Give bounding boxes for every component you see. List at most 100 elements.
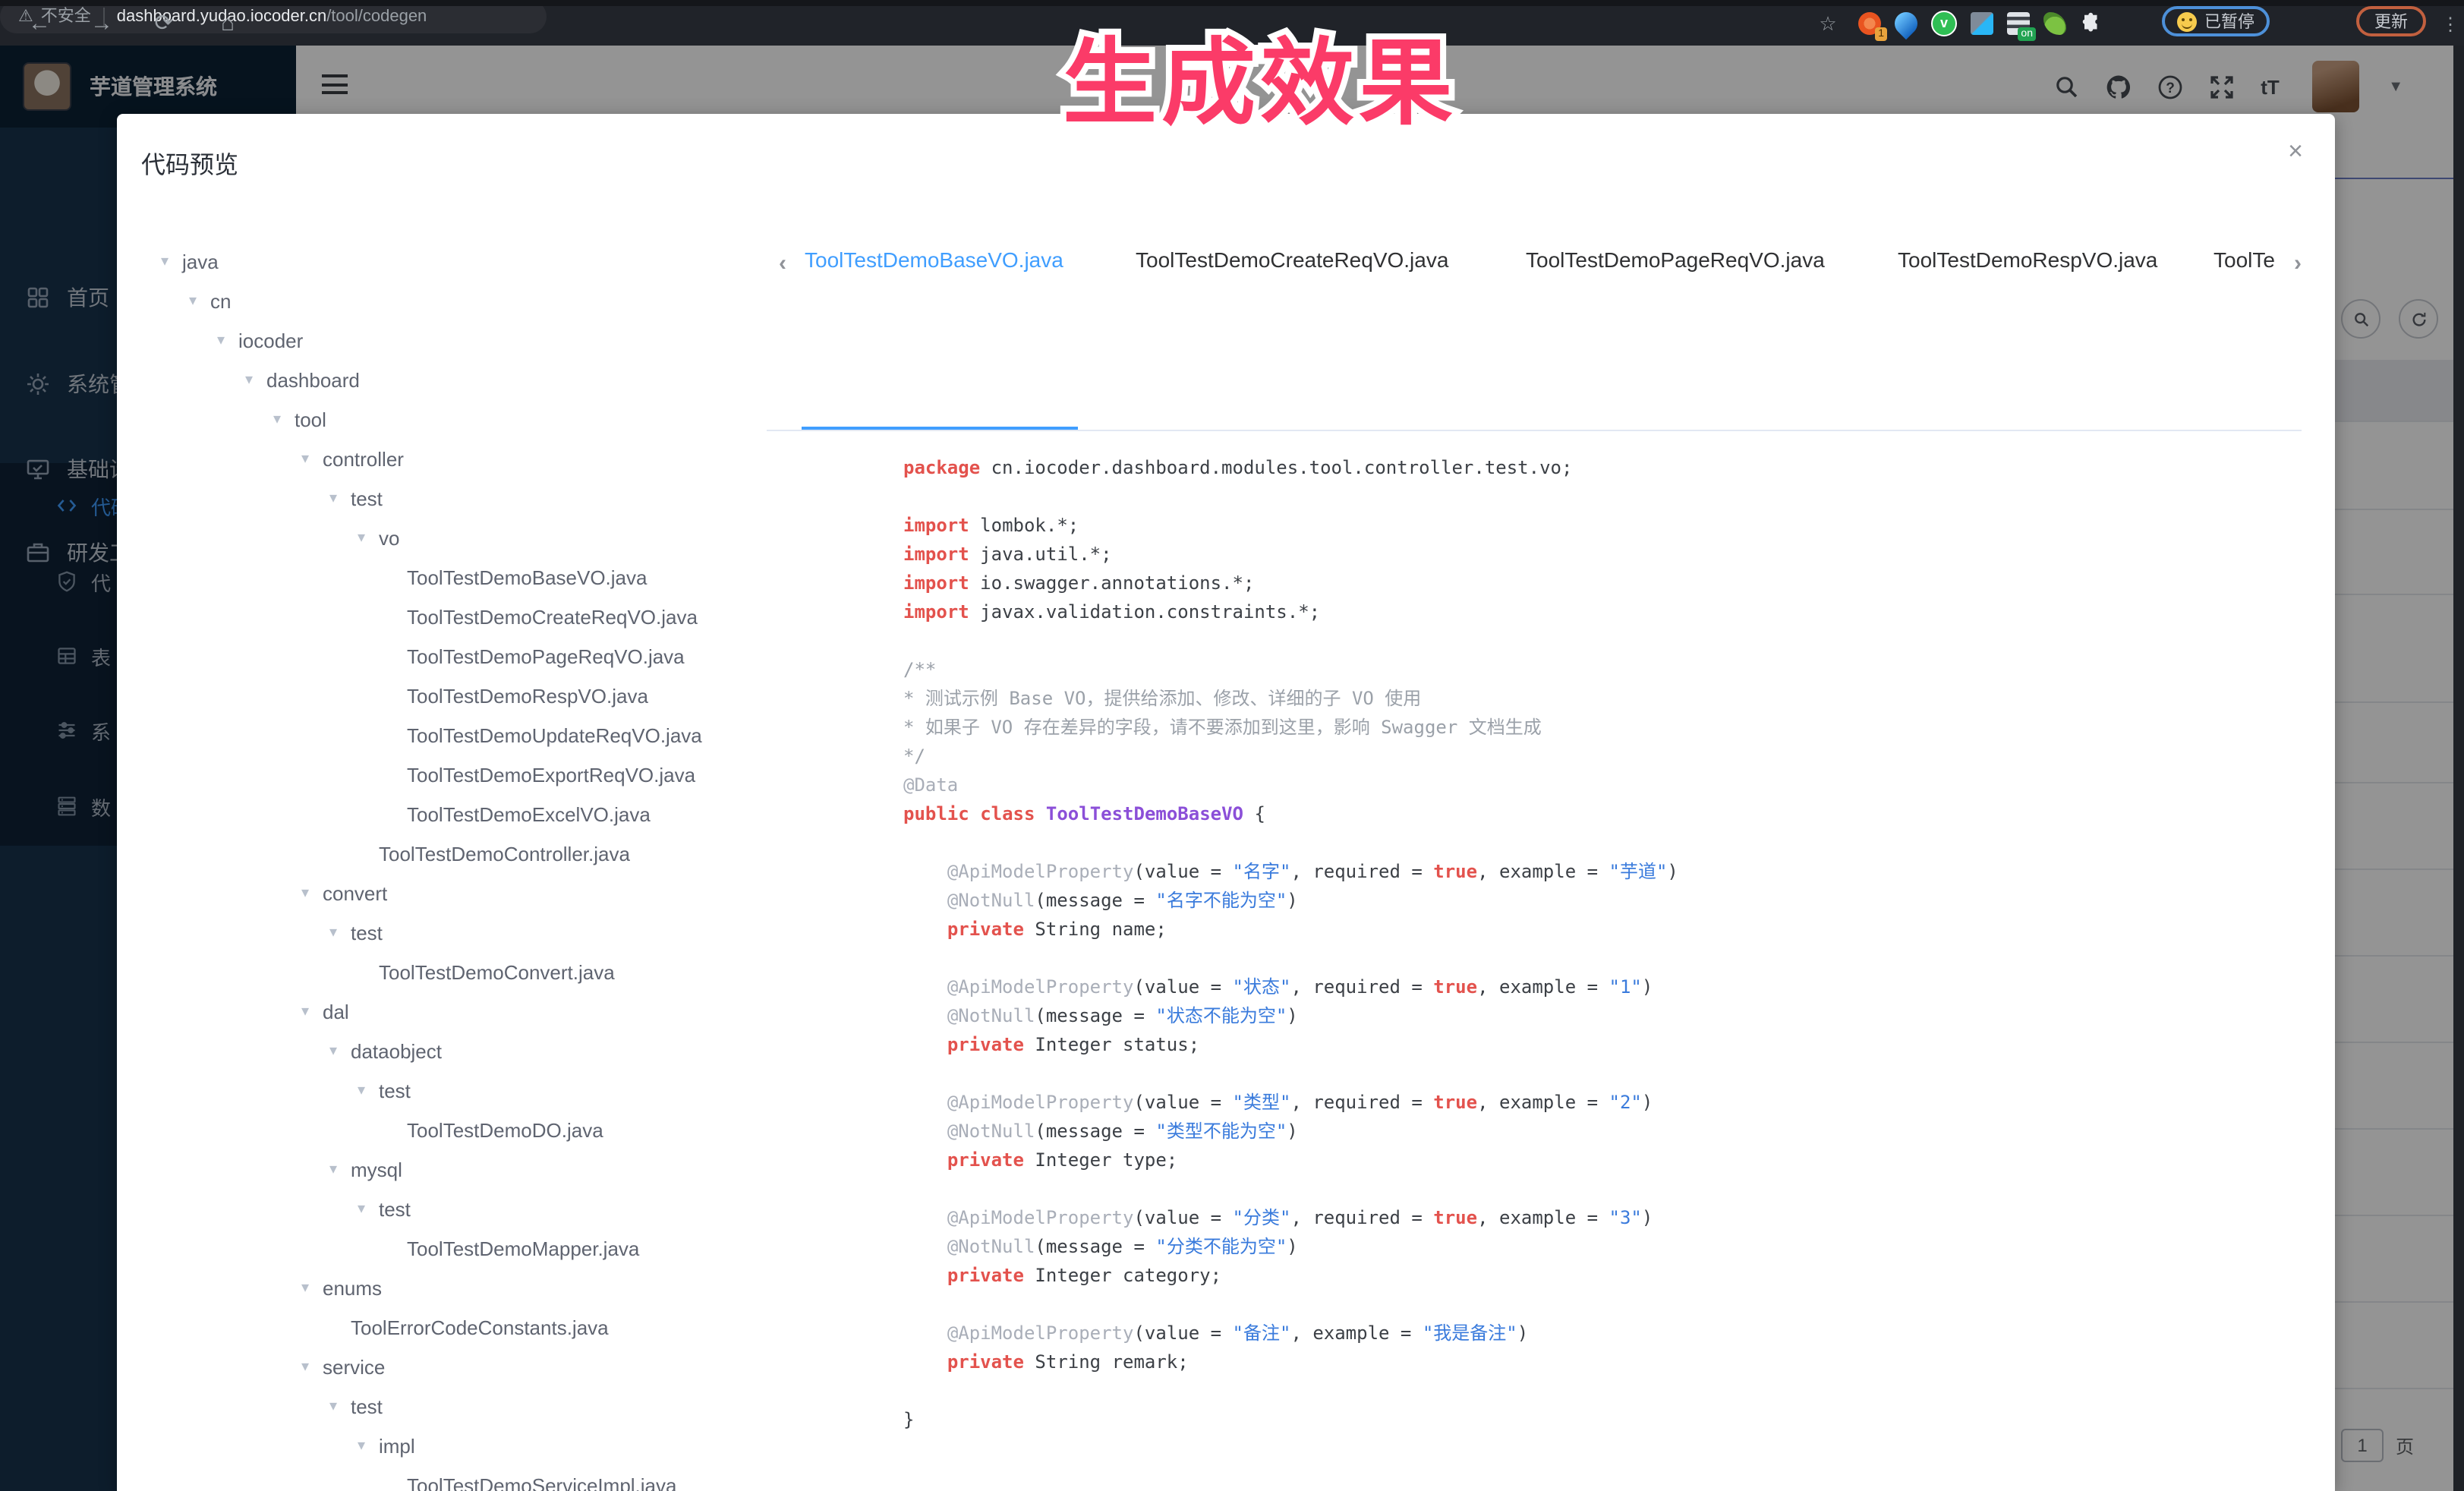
sprout-extension-icon[interactable] bbox=[2043, 11, 2066, 34]
code-token bbox=[969, 803, 980, 824]
tree-folder-row[interactable]: ▾impl bbox=[117, 1426, 770, 1465]
close-icon[interactable]: × bbox=[2279, 135, 2312, 169]
tree-file-row[interactable]: ToolTestDemoController.java bbox=[117, 834, 770, 873]
tree-expand-icon[interactable]: ▾ bbox=[217, 332, 238, 348]
tree-file-label: ToolTestDemoBaseVO.java bbox=[407, 566, 648, 588]
tree-file-row[interactable]: ToolTestDemoCreateReqVO.java bbox=[117, 597, 770, 636]
tree-expand-icon[interactable]: ▾ bbox=[329, 1398, 351, 1414]
tree-folder-row[interactable]: ▾service bbox=[117, 1347, 770, 1386]
ubuntu-extension-icon[interactable]: 1 bbox=[1858, 11, 1881, 34]
tree-folder-row[interactable]: ▾dashboard bbox=[117, 360, 770, 399]
code-token: { bbox=[1243, 803, 1265, 824]
bookmark-star-icon[interactable]: ☆ bbox=[1810, 6, 1846, 43]
annotation-title-text: 生成效果 bbox=[1063, 6, 1457, 143]
code-token: "类型不能为空" bbox=[1155, 1121, 1287, 1142]
tree-expand-icon[interactable]: ▾ bbox=[358, 1082, 379, 1099]
grid-extension-icon[interactable] bbox=[1971, 11, 1993, 34]
tree-folder-row[interactable]: ▾dataobject bbox=[117, 1031, 770, 1070]
file-tab[interactable]: ToolTestDemoPageReqVO.java bbox=[1526, 247, 1825, 272]
tree-file-row[interactable]: ToolTestDemoMapper.java bbox=[117, 1228, 770, 1268]
browser-back-button[interactable]: ← bbox=[21, 6, 58, 43]
tree-folder-row[interactable]: ▾mysql bbox=[117, 1149, 770, 1189]
tree-folder-row[interactable]: ▾enums bbox=[117, 1268, 770, 1307]
tree-expand-icon[interactable]: ▾ bbox=[329, 490, 351, 506]
update-label: 更新 bbox=[2374, 9, 2408, 33]
code-token: String name; bbox=[1024, 919, 1167, 940]
tree-file-row[interactable]: ToolTestDemoPageReqVO.java bbox=[117, 636, 770, 676]
tree-expand-icon[interactable]: ▾ bbox=[358, 1437, 379, 1454]
browser-forward-button[interactable]: → bbox=[83, 6, 120, 43]
tree-folder-label: cn bbox=[210, 289, 231, 312]
code-token: @ApiModelProperty bbox=[947, 1322, 1134, 1344]
tree-folder-row[interactable]: ▾java bbox=[117, 241, 770, 281]
tree-expand-icon[interactable]: ▾ bbox=[245, 371, 266, 388]
tree-expand-icon[interactable]: ▾ bbox=[358, 1200, 379, 1217]
code-token: true bbox=[1433, 1207, 1477, 1228]
tree-file-row[interactable]: ToolTestDemoDO.java bbox=[117, 1110, 770, 1149]
tree-file-row[interactable]: ToolTestDemoUpdateReqVO.java bbox=[117, 715, 770, 755]
tree-folder-row[interactable]: ▾test bbox=[117, 1189, 770, 1228]
file-tree: ▾java▾cn▾iocoder▾dashboard▾tool▾controll… bbox=[117, 241, 770, 1491]
code-token bbox=[903, 1005, 947, 1026]
file-tab[interactable]: ToolTe bbox=[2214, 247, 2277, 272]
tree-file-row[interactable]: ToolTestDemoConvert.java bbox=[117, 952, 770, 991]
code-token bbox=[903, 1236, 947, 1257]
code-token: ) bbox=[1642, 1207, 1653, 1228]
tree-file-label: ToolTestDemoCreateReqVO.java bbox=[407, 605, 698, 628]
tree-expand-icon[interactable]: ▾ bbox=[301, 1003, 323, 1020]
tree-folder-row[interactable]: ▾convert bbox=[117, 873, 770, 913]
browser-menu-icon[interactable]: ⋮ bbox=[2432, 6, 2464, 43]
browser-scrollbar[interactable] bbox=[2453, 46, 2464, 1491]
tabs-next-icon[interactable]: › bbox=[2294, 251, 2302, 276]
tree-folder-row[interactable]: ▾cn bbox=[117, 281, 770, 320]
tree-folder-row[interactable]: ▾iocoder bbox=[117, 320, 770, 360]
extension-on-badge: on bbox=[2018, 27, 2036, 40]
tree-expand-icon[interactable]: ▾ bbox=[189, 292, 210, 309]
tree-folder-label: test bbox=[351, 487, 383, 509]
tree-folder-row[interactable]: ▾test bbox=[117, 1070, 770, 1110]
tree-file-row[interactable]: ToolTestDemoExportReqVO.java bbox=[117, 755, 770, 794]
tree-expand-icon[interactable]: ▾ bbox=[301, 450, 323, 467]
tree-folder-label: test bbox=[379, 1079, 411, 1102]
tree-expand-icon[interactable]: ▾ bbox=[301, 1279, 323, 1296]
tree-file-row[interactable]: ToolErrorCodeConstants.java bbox=[117, 1307, 770, 1347]
tree-folder-row[interactable]: ▾test bbox=[117, 478, 770, 518]
tree-expand-icon[interactable]: ▾ bbox=[329, 1042, 351, 1059]
tree-expand-icon[interactable]: ▾ bbox=[273, 411, 295, 427]
browser-reload-button[interactable]: ⟳ bbox=[146, 6, 182, 43]
drop-extension-icon[interactable] bbox=[1890, 7, 1922, 39]
tree-folder-row[interactable]: ▾tool bbox=[117, 399, 770, 439]
tabs-prev-icon[interactable]: ‹ bbox=[779, 251, 786, 276]
profile-paused-chip[interactable]: 已暂停 bbox=[2162, 6, 2270, 36]
list-extension-icon[interactable]: on bbox=[2007, 11, 2030, 34]
tree-expand-icon[interactable]: ▾ bbox=[358, 529, 379, 546]
code-token: , required = bbox=[1290, 861, 1433, 882]
code-token: true bbox=[1433, 1092, 1477, 1113]
tree-file-row[interactable]: ToolTestDemoRespVO.java bbox=[117, 676, 770, 715]
puzzle-extension-icon[interactable] bbox=[2080, 11, 2103, 34]
tree-folder-row[interactable]: ▾test bbox=[117, 1386, 770, 1426]
tree-folder-row[interactable]: ▾dal bbox=[117, 991, 770, 1031]
tree-file-row[interactable]: ToolTestDemoExcelVO.java bbox=[117, 794, 770, 834]
browser-update-button[interactable]: 更新 bbox=[2356, 6, 2426, 36]
file-tab[interactable]: ToolTestDemoCreateReqVO.java bbox=[1136, 247, 1448, 272]
tree-expand-icon[interactable]: ▾ bbox=[329, 1161, 351, 1177]
file-tab[interactable]: ToolTestDemoRespVO.java bbox=[1898, 247, 2157, 272]
code-token: @ApiModelProperty bbox=[947, 1092, 1134, 1113]
code-token: "状态不能为空" bbox=[1155, 1005, 1287, 1026]
browser-home-button[interactable]: ⌂ bbox=[210, 6, 246, 43]
green-check-extension-icon[interactable]: v bbox=[1931, 10, 1957, 36]
code-token: cn.iocoder.dashboard.modules.tool.contro… bbox=[980, 457, 1572, 478]
tree-file-row[interactable]: ToolTestDemoServiceImpl.java bbox=[117, 1465, 770, 1491]
tree-file-row[interactable]: ToolTestDemoBaseVO.java bbox=[117, 557, 770, 597]
code-token: "类型" bbox=[1233, 1092, 1291, 1113]
tree-folder-row[interactable]: ▾vo bbox=[117, 518, 770, 557]
code-viewer[interactable]: package cn.iocoder.dashboard.modules.too… bbox=[903, 454, 1678, 1435]
tree-folder-row[interactable]: ▾controller bbox=[117, 439, 770, 478]
tree-expand-icon[interactable]: ▾ bbox=[301, 884, 323, 901]
tree-folder-row[interactable]: ▾test bbox=[117, 913, 770, 952]
tree-expand-icon[interactable]: ▾ bbox=[301, 1358, 323, 1375]
tree-expand-icon[interactable]: ▾ bbox=[329, 924, 351, 941]
file-tab[interactable]: ToolTestDemoBaseVO.java bbox=[805, 247, 1063, 272]
tree-expand-icon[interactable]: ▾ bbox=[161, 253, 182, 270]
